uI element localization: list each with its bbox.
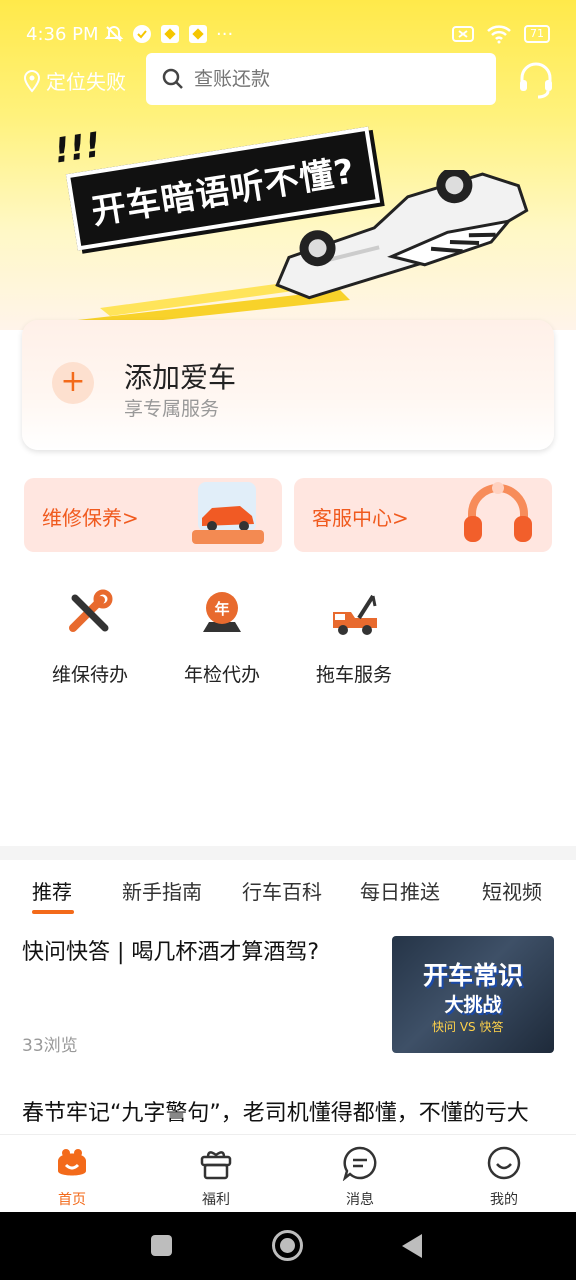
more-dots-icon: ··· bbox=[216, 24, 234, 45]
home-button[interactable] bbox=[272, 1230, 303, 1261]
content-tabs: 推荐 新手指南 行车百科 每日推送 短视频 bbox=[0, 872, 576, 916]
car-showcase-icon bbox=[192, 482, 264, 544]
headset-icon bbox=[464, 482, 532, 542]
status-right-icons: 71 bbox=[452, 24, 550, 44]
wrench-screwdriver-icon bbox=[69, 589, 113, 632]
tab-daily-push[interactable]: 每日推送 bbox=[360, 876, 440, 905]
wifi-icon bbox=[487, 25, 511, 44]
back-button[interactable] bbox=[402, 1234, 422, 1258]
nav-welfare[interactable]: 福利 bbox=[166, 1145, 266, 1209]
flipped-car-illustration bbox=[275, 170, 529, 300]
customer-service-card[interactable]: 客服中心> bbox=[294, 478, 552, 552]
nav-mine[interactable]: 我的 bbox=[454, 1145, 554, 1209]
quick-entry-label: 拖车服务 bbox=[315, 664, 392, 686]
system-navigation-bar bbox=[0, 1212, 576, 1280]
article-thumbnail[interactable]: 开车常识 大挑战 快问 VS 快答 bbox=[392, 936, 554, 1053]
profile-icon bbox=[487, 1146, 521, 1180]
article-title[interactable]: 春节牢记“九字警句”，老司机懂得都懂，不懂的亏大了! bbox=[22, 1098, 552, 1134]
thumbnail-sub-text: 大挑战 bbox=[444, 994, 502, 1016]
nav-messages-label: 消息 bbox=[346, 1192, 374, 1208]
nav-home-label: 首页 bbox=[58, 1192, 86, 1208]
tab-short-video[interactable]: 短视频 bbox=[482, 876, 542, 905]
tab-beginner-guide[interactable]: 新手指南 bbox=[122, 876, 202, 905]
top-banner[interactable]: 4:36 PM ··· 71 定位失败 !!! 开车暗语听不懂? bbox=[0, 0, 576, 330]
battery-icon: 71 bbox=[524, 25, 550, 43]
check-badge-icon bbox=[133, 25, 151, 43]
sim-off-icon bbox=[452, 26, 474, 42]
nav-welfare-label: 福利 bbox=[202, 1192, 230, 1208]
status-bar: 4:36 PM ··· 71 bbox=[0, 18, 576, 54]
search-input[interactable] bbox=[194, 68, 474, 90]
bottom-nav: 首页 福利 消息 我的 bbox=[0, 1134, 576, 1212]
inspection-badge-text: 年 bbox=[214, 600, 230, 618]
article-title[interactable]: 快问快答 | 喝几杯酒才算酒驾? bbox=[22, 938, 372, 968]
nav-mine-label: 我的 bbox=[490, 1192, 518, 1208]
app-icon bbox=[189, 25, 207, 43]
nav-home[interactable]: 首页 bbox=[22, 1145, 122, 1209]
tab-recommend[interactable]: 推荐 bbox=[32, 876, 72, 905]
add-car-card[interactable]: + 添加爱车 享专属服务 bbox=[22, 320, 554, 450]
add-car-title: 添加爱车 bbox=[124, 361, 237, 394]
maintenance-card[interactable]: 维修保养> bbox=[24, 478, 282, 552]
maintenance-card-label: 维修保养> bbox=[42, 506, 139, 530]
quick-entry-label: 维保待办 bbox=[51, 664, 128, 686]
add-car-subtitle: 享专属服务 bbox=[124, 398, 220, 420]
app-icon bbox=[161, 25, 179, 43]
tab-driving-encyclopedia[interactable]: 行车百科 bbox=[242, 876, 322, 905]
headset-support-icon[interactable] bbox=[516, 60, 556, 100]
home-icon bbox=[58, 1149, 86, 1176]
add-plus-icon[interactable]: + bbox=[52, 362, 94, 404]
location-pin-icon bbox=[23, 69, 41, 93]
location-selector[interactable]: 定位失败 bbox=[22, 66, 126, 95]
section-divider bbox=[0, 846, 576, 860]
recent-apps-button[interactable] bbox=[151, 1235, 172, 1256]
quick-entry-label: 年检代办 bbox=[183, 664, 260, 686]
nav-messages[interactable]: 消息 bbox=[310, 1145, 410, 1209]
tow-truck-icon bbox=[333, 594, 377, 635]
search-bar[interactable] bbox=[146, 53, 496, 105]
banner-bang: !!! bbox=[53, 124, 102, 173]
customer-service-card-label: 客服中心> bbox=[312, 506, 409, 530]
quick-entry-inspection[interactable]: 年 年检代办 bbox=[172, 588, 272, 687]
thumbnail-vs-text: 快问 VS 快答 bbox=[432, 1020, 504, 1034]
article-views: 33浏览 bbox=[22, 1036, 78, 1056]
active-tab-indicator bbox=[32, 910, 74, 914]
gift-icon bbox=[200, 1151, 232, 1180]
status-left-icons: ··· bbox=[104, 24, 233, 45]
location-label: 定位失败 bbox=[46, 70, 126, 94]
message-icon bbox=[342, 1146, 377, 1182]
status-time: 4:36 PM bbox=[26, 24, 99, 45]
thumbnail-main-text: 开车常识 bbox=[422, 961, 523, 990]
mute-icon bbox=[104, 25, 124, 42]
quick-entry-maintenance[interactable]: 维保待办 bbox=[40, 588, 140, 687]
quick-entry-tow[interactable]: 拖车服务 bbox=[304, 588, 404, 687]
search-icon bbox=[162, 68, 183, 89]
